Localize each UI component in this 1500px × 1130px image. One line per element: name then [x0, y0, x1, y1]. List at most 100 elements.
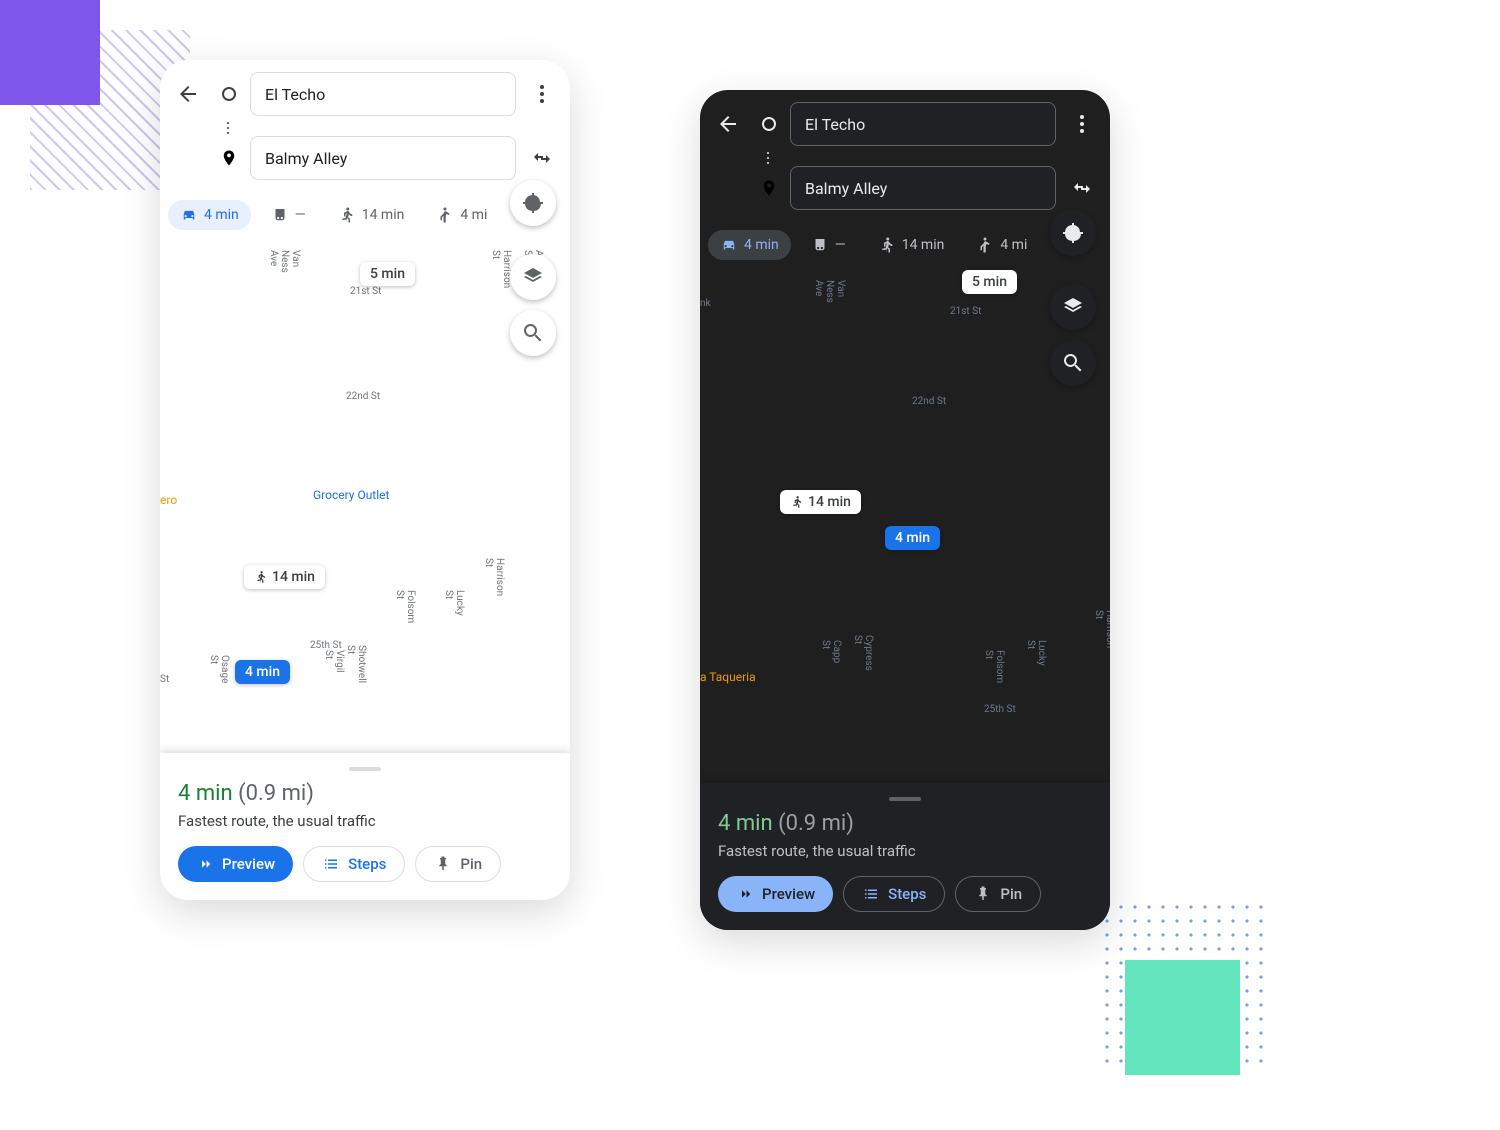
poi-ero[interactable]: ero [160, 493, 177, 507]
alt-route-time-label[interactable]: 5 min [360, 262, 415, 286]
destination-input[interactable]: Balmy Alley [250, 136, 516, 180]
walk-icon [790, 495, 804, 509]
chevrons-icon [196, 855, 214, 873]
pin-icon [974, 885, 992, 903]
street-25th: 25th St [984, 704, 1016, 715]
search-icon [521, 321, 545, 345]
mode-walk[interactable]: 14 min [326, 200, 417, 230]
destination-marker-icon [214, 138, 244, 178]
locate-icon [1061, 221, 1085, 245]
selected-route-time-label[interactable]: 4 min [235, 660, 290, 684]
more-vert-icon [1070, 112, 1094, 136]
rideshare-icon [436, 206, 454, 224]
more-options-button[interactable] [522, 74, 562, 114]
more-options-button[interactable] [1062, 104, 1102, 144]
preview-button[interactable]: Preview [178, 846, 293, 882]
origin-input[interactable]: El Techo [250, 72, 516, 116]
pin-button[interactable]: Pin [955, 876, 1041, 912]
back-button[interactable] [708, 104, 748, 144]
layers-button[interactable] [1050, 284, 1096, 330]
walk-icon [878, 236, 896, 254]
layers-button[interactable] [510, 254, 556, 300]
steps-button[interactable]: Steps [303, 846, 405, 882]
mode-transit[interactable]: — [799, 230, 858, 260]
poi-taqueria[interactable]: a Taqueria [700, 670, 756, 684]
street-van-ness: Van Ness Ave [268, 250, 301, 273]
car-icon [720, 236, 738, 254]
street-25th: 25th St [310, 640, 342, 651]
destination-marker-icon [754, 168, 784, 208]
mode-transit-time: — [835, 237, 846, 253]
origin-marker-icon [214, 74, 244, 114]
deco-purple-square [0, 0, 100, 105]
street-harrison-2: Harrison St [490, 250, 512, 288]
search-map-button[interactable] [510, 310, 556, 356]
preview-button[interactable]: Preview [718, 876, 833, 912]
route-connector-dots [748, 148, 1102, 168]
drag-handle[interactable] [349, 767, 381, 771]
pin-icon [434, 855, 452, 873]
route-time: 4 min [718, 811, 773, 836]
swap-vert-icon [1070, 176, 1094, 200]
street-22nd: 22nd St [912, 396, 946, 407]
mode-walk-time: 14 min [902, 237, 945, 253]
street-van-ness: Van Ness Ave [813, 280, 846, 303]
street-shotwell: Shotwell St [345, 645, 367, 683]
street-harrison: Harrison St [483, 558, 505, 596]
origin-marker-icon [754, 104, 784, 144]
my-location-button[interactable] [1050, 210, 1096, 256]
route-summary-sheet[interactable]: 4 min (0.9 mi) Fastest route, the usual … [700, 783, 1110, 930]
street-lucky: Lucky St [1025, 640, 1047, 666]
mode-rideshare[interactable]: 4 mi [964, 230, 1039, 260]
back-button[interactable] [168, 74, 208, 114]
swap-locations-button[interactable] [522, 138, 562, 178]
deco-teal-square [1125, 960, 1240, 1075]
street-harrison: Harrison St [1093, 610, 1110, 648]
car-icon [180, 206, 198, 224]
route-distance: (0.9 mi) [778, 811, 854, 836]
directions-header: El Techo Balmy Alley [160, 60, 570, 194]
street-st: St [160, 674, 169, 685]
origin-input[interactable]: El Techo [790, 102, 1056, 146]
street-22nd: 22nd St [346, 391, 380, 402]
place-pin-icon [760, 179, 778, 197]
travel-mode-tabs: 4 min — 14 min 4 mi [160, 194, 570, 240]
mode-walk-time: 14 min [362, 207, 405, 223]
steps-button[interactable]: Steps [843, 876, 945, 912]
rideshare-icon [976, 236, 994, 254]
drag-handle[interactable] [889, 797, 921, 801]
mode-drive[interactable]: 4 min [708, 230, 791, 260]
street-virgil: Virgil St [323, 650, 345, 673]
walk-icon [338, 206, 356, 224]
pin-button[interactable]: Pin [415, 846, 501, 882]
place-pin-icon [220, 149, 238, 167]
transit-icon [271, 206, 289, 224]
my-location-button[interactable] [510, 180, 556, 226]
route-subtitle: Fastest route, the usual traffic [178, 812, 552, 830]
walk-route-time-label[interactable]: 14 min [780, 490, 861, 514]
mode-drive-time: 4 min [204, 207, 239, 223]
swap-locations-button[interactable] [1062, 168, 1102, 208]
street-folsom: Folsom St [983, 650, 1005, 683]
more-vert-icon [530, 82, 554, 106]
mode-drive[interactable]: 4 min [168, 200, 251, 230]
poi-grocery-outlet[interactable]: Grocery Outlet [313, 488, 389, 502]
walk-route-time-label[interactable]: 14 min [244, 565, 325, 589]
walk-icon [254, 570, 268, 584]
street-capp: Capp St [820, 640, 842, 663]
search-icon [1061, 351, 1085, 375]
street-folsom: Folsom St [394, 590, 416, 623]
mode-transit[interactable]: — [259, 200, 318, 230]
route-title: 4 min (0.9 mi) [178, 781, 552, 806]
maps-directions-dark: El Techo Balmy Alley [700, 90, 1110, 930]
alt-route-time-label[interactable]: 5 min [962, 270, 1017, 294]
mode-rideshare[interactable]: 4 mi [424, 200, 499, 230]
mode-walk[interactable]: 14 min [866, 230, 957, 260]
mode-rideshare-dist: 4 mi [460, 207, 487, 223]
list-icon [322, 855, 340, 873]
selected-route-time-label[interactable]: 4 min [885, 526, 940, 550]
search-map-button[interactable] [1050, 340, 1096, 386]
destination-input[interactable]: Balmy Alley [790, 166, 1056, 210]
locate-icon [521, 191, 545, 215]
route-summary-sheet[interactable]: 4 min (0.9 mi) Fastest route, the usual … [160, 753, 570, 900]
